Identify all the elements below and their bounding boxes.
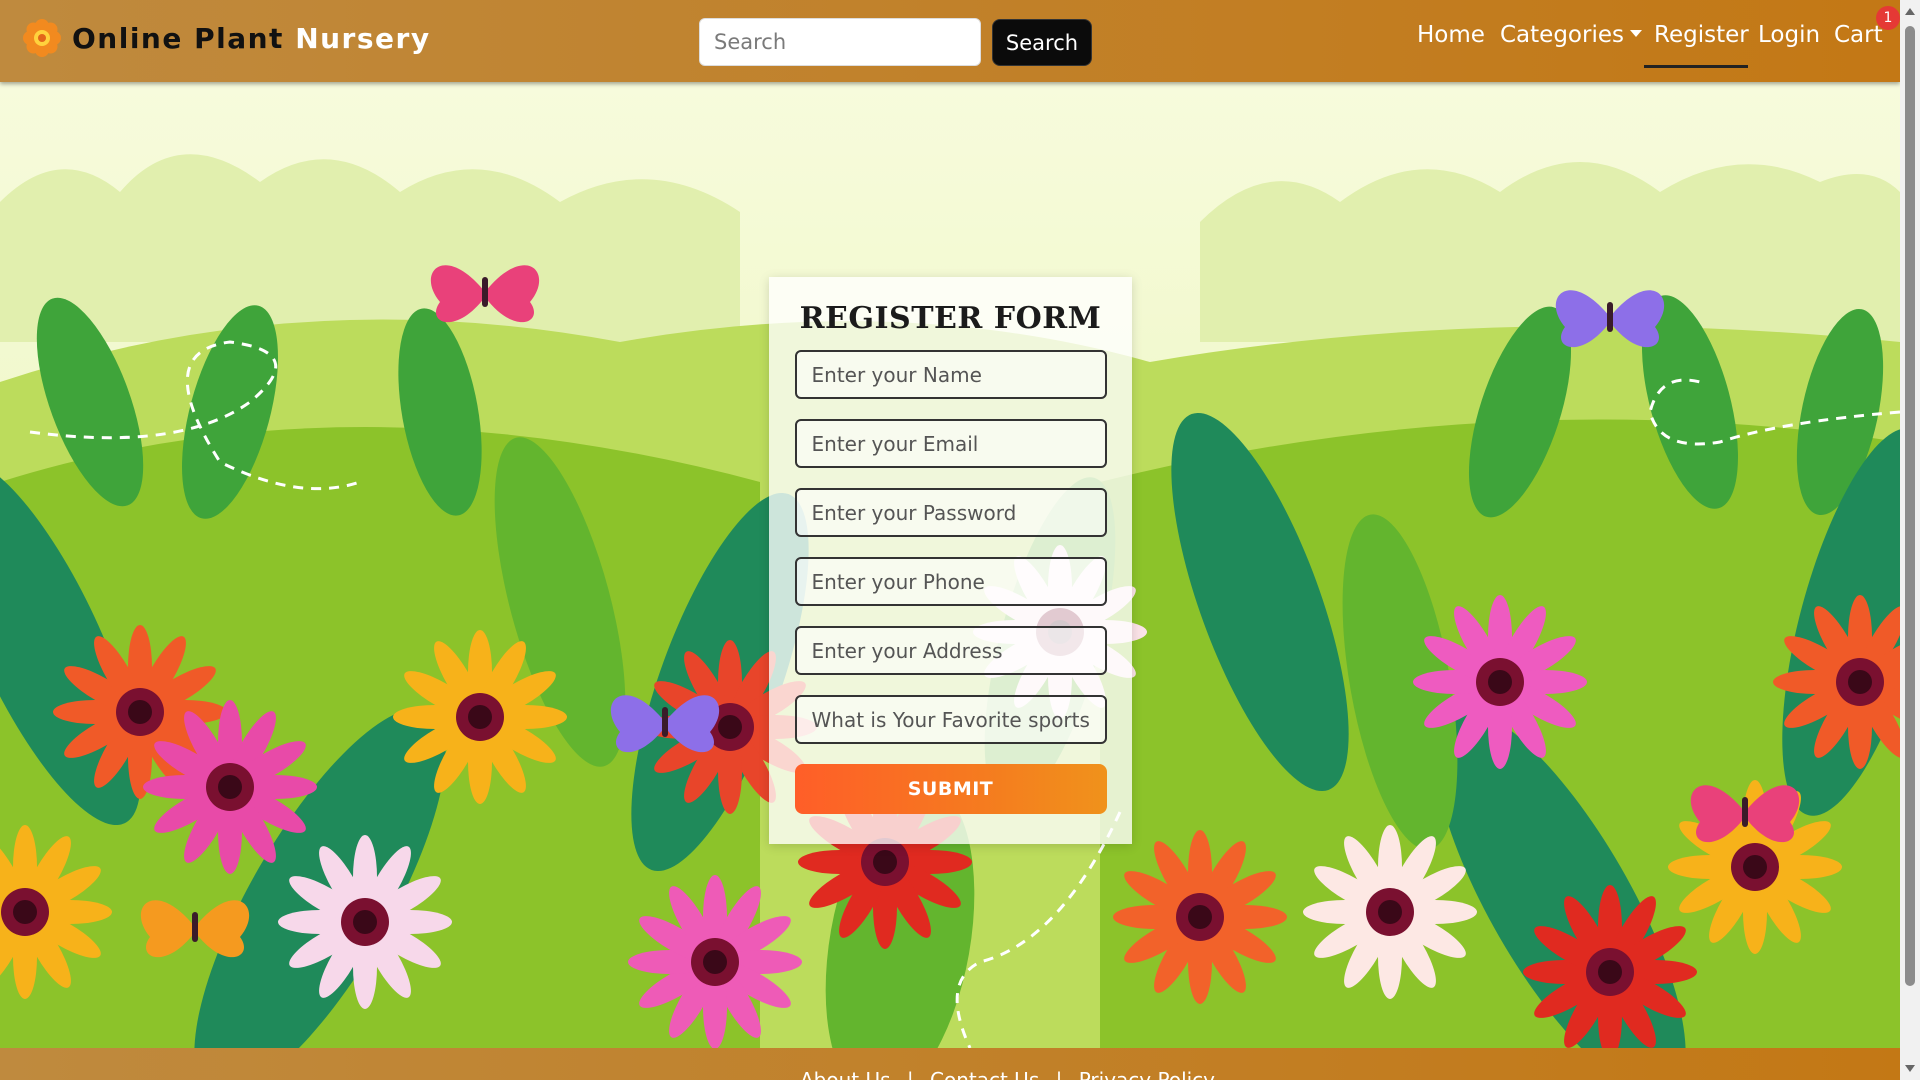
cart-count-badge: 1 bbox=[1876, 6, 1900, 30]
scroll-thumb[interactable] bbox=[1905, 26, 1915, 986]
footer: About Us | Contact Us | Privacy Policy bbox=[0, 1048, 1900, 1080]
register-form: REGISTER FORM SUBMIT bbox=[769, 277, 1132, 844]
search-button[interactable]: Search bbox=[992, 19, 1092, 66]
email-field[interactable] bbox=[794, 419, 1107, 468]
page-scrollbar[interactable] bbox=[1900, 0, 1920, 1080]
footer-links: About Us | Contact Us | Privacy Policy bbox=[800, 1068, 1225, 1080]
scroll-up-arrow-icon[interactable] bbox=[1905, 8, 1915, 15]
active-nav-indicator bbox=[1644, 65, 1748, 68]
submit-button[interactable]: SUBMIT bbox=[794, 764, 1107, 814]
navbar: Online Plant Nursery Search Home Categor… bbox=[0, 0, 1900, 82]
scroll-down-arrow-icon[interactable] bbox=[1905, 1065, 1915, 1072]
nav-home[interactable]: Home bbox=[1417, 22, 1485, 48]
nav-categories-dropdown[interactable]: Categories bbox=[1500, 22, 1642, 48]
password-field[interactable] bbox=[794, 488, 1107, 537]
nav-login[interactable]: Login bbox=[1758, 22, 1820, 48]
flower-icon bbox=[23, 19, 61, 57]
brand[interactable]: Online Plant Nursery bbox=[22, 18, 431, 58]
footer-link-contact[interactable]: Contact Us bbox=[930, 1068, 1039, 1080]
name-field[interactable] bbox=[794, 350, 1107, 399]
caret-down-icon bbox=[1629, 30, 1642, 37]
footer-separator: | bbox=[906, 1068, 914, 1080]
brand-name: Online Plant Nursery bbox=[72, 21, 431, 55]
footer-separator: | bbox=[1055, 1068, 1063, 1080]
nav-cart[interactable]: Cart bbox=[1834, 22, 1883, 48]
phone-field[interactable] bbox=[794, 557, 1107, 606]
favorite-sports-field[interactable] bbox=[794, 695, 1107, 744]
form-title: REGISTER FORM bbox=[799, 301, 1102, 336]
footer-link-about[interactable]: About Us bbox=[800, 1068, 891, 1080]
search-input[interactable] bbox=[699, 18, 981, 66]
nav-register[interactable]: Register bbox=[1654, 22, 1749, 48]
footer-link-privacy[interactable]: Privacy Policy bbox=[1079, 1068, 1215, 1080]
address-field[interactable] bbox=[794, 626, 1107, 675]
